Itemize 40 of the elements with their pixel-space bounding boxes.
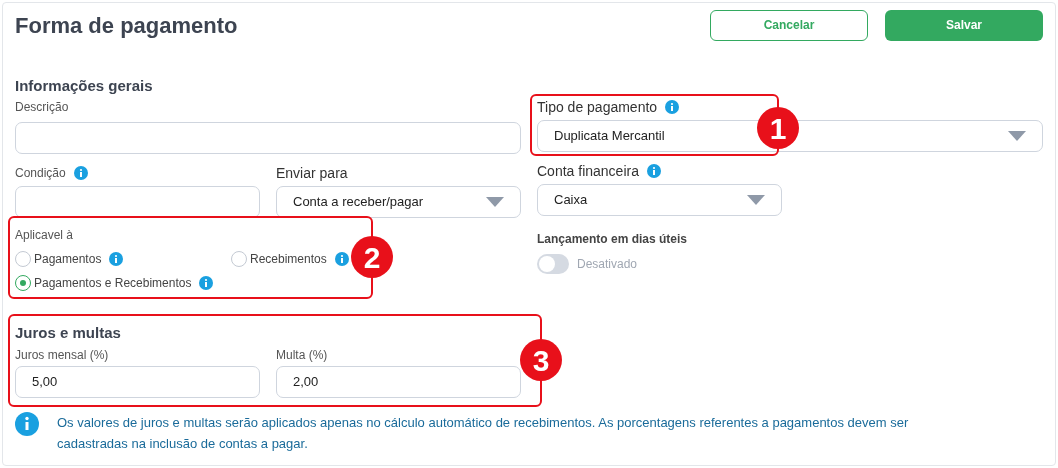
info-icon[interactable] <box>73 166 88 180</box>
info-icon[interactable] <box>334 252 349 266</box>
info-note: Os valores de juros e multas serão aplicados apenas no cálculo automático de recebimentos. As porcentagens referentes a pagamentos devem ser cadastradas na inclusão de contas a pagar. <box>57 414 910 453</box>
field-label: Juros mensal (%) <box>15 347 110 362</box>
radio-label: Pagamentos <box>34 251 102 268</box>
select-field[interactable]: Caixa <box>537 184 782 216</box>
field-label: Enviar para <box>276 163 348 183</box>
caret-icon <box>1008 131 1026 141</box>
radio-button[interactable] <box>15 251 31 267</box>
caret-icon <box>486 197 504 207</box>
field-label: Lançamento em dias úteis <box>537 231 689 248</box>
step-badge: 2 <box>351 236 393 278</box>
toggle-status: Desativado <box>577 256 638 273</box>
radio-button[interactable] <box>231 251 247 267</box>
number-field[interactable]: 2,00 <box>276 366 521 398</box>
field-label: Aplicavel à <box>15 227 75 242</box>
info-icon[interactable] <box>199 276 214 290</box>
field-label: Multa (%) <box>276 347 329 362</box>
condition-field[interactable] <box>15 186 260 218</box>
field-label: Descrição <box>15 99 69 116</box>
step-badge: 3 <box>520 339 562 381</box>
number-field[interactable]: 5,00 <box>15 366 260 398</box>
page-title: Forma de pagamento <box>15 11 238 40</box>
select-field[interactable]: Conta a receber/pagar <box>276 186 521 218</box>
toggle-switch[interactable] <box>537 254 569 274</box>
caret-icon <box>747 195 765 205</box>
field-label: Conta financeira <box>537 161 639 181</box>
info-icon <box>15 412 39 436</box>
info-icon[interactable] <box>646 164 661 178</box>
radio-label: Recebimentos <box>250 251 327 268</box>
description-field[interactable] <box>15 122 521 154</box>
radio-label: Pagamentos e Recebimentos <box>34 275 192 292</box>
step-badge: 1 <box>757 107 799 149</box>
field-label: Tipo de pagamento <box>537 97 658 117</box>
section-title: Juros e multas <box>15 323 122 342</box>
field-label: Condição <box>15 165 66 182</box>
radio-button[interactable] <box>15 275 31 291</box>
info-icon[interactable] <box>109 252 124 266</box>
info-icon[interactable] <box>665 100 680 114</box>
section-title: Informações gerais <box>15 76 154 95</box>
